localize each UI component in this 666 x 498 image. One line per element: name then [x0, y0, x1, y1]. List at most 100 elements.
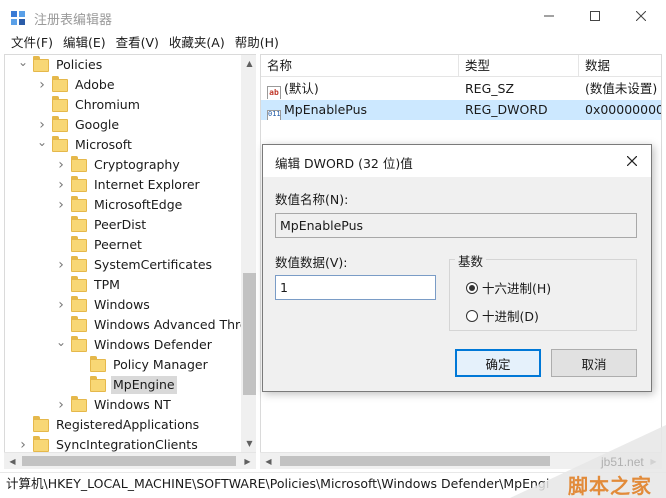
scroll-down-icon[interactable]: ▼	[241, 435, 256, 452]
value-name-field: MpEnablePus	[275, 213, 637, 238]
folder-icon	[71, 315, 87, 332]
column-type[interactable]: 类型	[459, 55, 579, 77]
chevron-right-icon[interactable]: ›	[55, 395, 67, 415]
chevron-right-icon[interactable]: ›	[36, 115, 48, 135]
tree-scroll-thumb[interactable]	[243, 273, 256, 395]
close-button[interactable]	[618, 0, 664, 32]
tree-item-label: PeerDist	[94, 217, 147, 232]
tree-item[interactable]: Chromium	[36, 95, 142, 115]
folder-icon	[52, 75, 68, 92]
menu-view[interactable]: 查看(V)	[111, 34, 164, 54]
value-type: REG_DWORD	[465, 102, 548, 117]
registry-tree[interactable]: › SyncIntegrationClients RegisteredApplica…	[4, 54, 256, 469]
radio-decimal[interactable]: 十进制(D)	[466, 306, 539, 325]
tree-item[interactable]: PeerDist	[55, 215, 148, 235]
maximize-button[interactable]	[572, 0, 618, 32]
folder-icon	[71, 215, 87, 232]
minimize-button[interactable]	[526, 0, 572, 32]
ok-button[interactable]: 确定	[455, 349, 541, 377]
tree-item[interactable]: › Internet Explorer	[55, 175, 202, 195]
dialog-title-bar: 编辑 DWORD (32 位)值	[263, 145, 651, 177]
chevron-right-icon[interactable]: ›	[55, 295, 67, 315]
value-data-label: 数值数据(V):	[275, 255, 348, 270]
tree-item[interactable]: › Cryptography	[55, 155, 182, 175]
tree-item-label: Internet Explorer	[94, 177, 200, 192]
scroll-left-icon[interactable]: ◀	[4, 453, 21, 469]
column-name[interactable]: 名称	[261, 55, 459, 77]
folder-icon	[33, 415, 49, 432]
dialog-close-button[interactable]	[619, 149, 645, 173]
cancel-button[interactable]: 取消	[551, 349, 637, 377]
tree-item[interactable]: ⌄ Policies	[17, 55, 104, 75]
folder-icon	[71, 395, 87, 412]
tree-item[interactable]: › Adobe	[36, 75, 117, 95]
chevron-right-icon[interactable]: ›	[55, 175, 67, 195]
chevron-down-icon[interactable]: ⌄	[55, 332, 67, 352]
tree-horizontal-scrollbar[interactable]: ◀ ▶	[4, 452, 256, 469]
tree-hscroll-thumb[interactable]	[22, 456, 236, 466]
folder-icon	[71, 175, 87, 192]
tree-item[interactable]: › MicrosoftEdge	[55, 195, 184, 215]
tree-item[interactable]: RegisteredApplications	[17, 415, 201, 435]
maximize-icon	[590, 11, 600, 21]
tree-item-label: Policies	[56, 57, 103, 72]
tree-item[interactable]: ⌄ Microsoft	[36, 135, 134, 155]
chevron-right-icon[interactable]: ›	[55, 195, 67, 215]
minimize-icon	[544, 15, 554, 17]
menu-favorites[interactable]: 收藏夹(A)	[164, 34, 230, 54]
tree-item[interactable]: Peernet	[55, 235, 144, 255]
tree-item[interactable]: TPM	[55, 275, 122, 295]
folder-icon	[33, 435, 49, 452]
radio-dec-label: 十进制(D)	[482, 309, 539, 324]
scroll-right-icon[interactable]: ▶	[239, 453, 256, 469]
tree-item[interactable]: › Windows	[55, 295, 152, 315]
menu-file[interactable]: 文件(F)	[6, 34, 58, 54]
string-value-icon: ab	[267, 86, 281, 99]
menu-help[interactable]: 帮助(H)	[230, 34, 284, 54]
scroll-left-icon[interactable]: ◀	[260, 453, 277, 469]
folder-icon	[71, 155, 87, 172]
tree-item[interactable]: › SystemCertificates	[55, 255, 214, 275]
tree-item-label: Adobe	[75, 77, 115, 92]
list-item-selected[interactable]: 011MpEnablePus REG_DWORD 0x00000000 (	[261, 100, 662, 120]
column-data[interactable]: 数据	[579, 55, 661, 77]
chevron-right-icon[interactable]: ›	[55, 255, 67, 275]
chevron-right-icon[interactable]: ›	[36, 75, 48, 95]
tree-item-label: Chromium	[75, 97, 140, 112]
radio-hex-label: 十六进制(H)	[482, 281, 552, 296]
value-data-input[interactable]: 1	[275, 275, 436, 300]
value-data: 0x00000000 (	[585, 102, 662, 117]
folder-icon	[71, 195, 87, 212]
value-name: MpEnablePus	[284, 102, 368, 117]
folder-icon	[71, 235, 87, 252]
folder-icon	[33, 55, 49, 72]
tree-item[interactable]: › Windows NT	[55, 395, 173, 415]
list-item[interactable]: ab (默认) REG_SZ (数值未设置)	[261, 79, 661, 99]
folder-icon	[90, 375, 106, 392]
radio-hexadecimal[interactable]: 十六进制(H)	[466, 278, 551, 297]
tree-item[interactable]: ⌄ Windows Defender	[55, 335, 214, 355]
tree-item-label: Policy Manager	[113, 357, 208, 372]
tree-item[interactable]: Windows Advanced Thre	[55, 315, 250, 335]
chevron-down-icon[interactable]: ⌄	[36, 132, 48, 152]
chevron-right-icon[interactable]: ›	[55, 155, 67, 175]
tree-item[interactable]: MpEngine	[74, 375, 177, 395]
tree-item-label: TPM	[94, 277, 120, 292]
tree-item-label: Google	[75, 117, 120, 132]
radio-selected-icon	[466, 281, 478, 294]
menu-edit[interactable]: 编辑(E)	[58, 34, 111, 54]
tree-item-label: SystemCertificates	[94, 257, 213, 272]
scroll-up-icon[interactable]: ▲	[241, 55, 256, 72]
value-name-label: 数值名称(N):	[275, 192, 349, 207]
tree-item-label: Peernet	[94, 237, 142, 252]
tree-item[interactable]: › Google	[36, 115, 121, 135]
tree-vertical-scrollbar[interactable]: ▲ ▼	[241, 55, 256, 468]
chevron-down-icon[interactable]: ⌄	[17, 55, 29, 72]
tree-item[interactable]: Policy Manager	[74, 355, 210, 375]
close-icon	[636, 11, 646, 21]
